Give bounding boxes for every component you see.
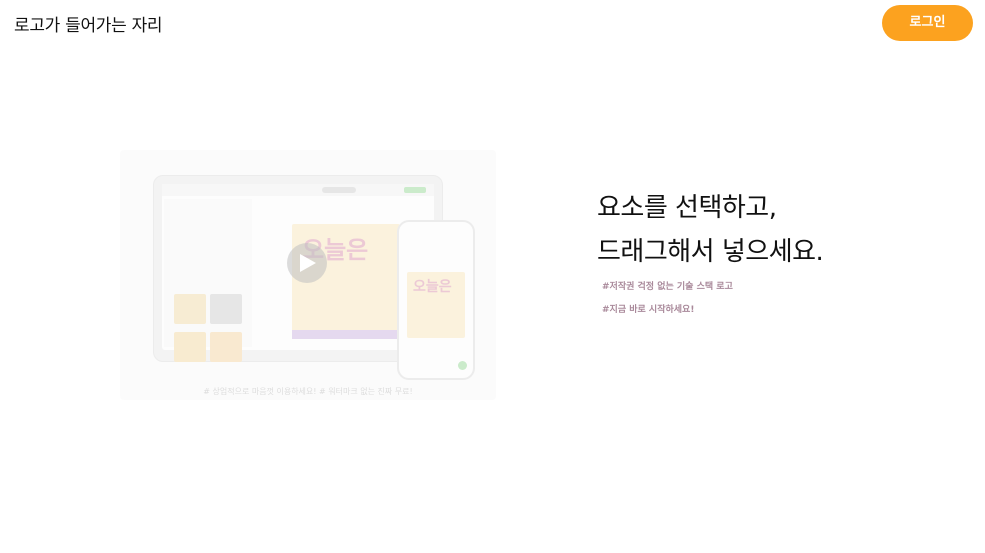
toolbar-pill — [322, 187, 356, 193]
headline-line-1: 요소를 선택하고, — [597, 193, 777, 223]
hero-preview-image: 오늘은 오늘은 # 상업적으로 마음껏 이용하세요! # 워터마크 없는 진짜 … — [120, 150, 496, 400]
hashtag-start-now: #지금 바로 시작하세요! — [602, 305, 695, 315]
phone-mockup: 오늘은 — [397, 220, 475, 380]
login-button[interactable]: 로그인 — [882, 5, 973, 41]
poster-band — [292, 330, 400, 339]
logo-placeholder[interactable]: 로고가 들어가는 자리 — [14, 11, 163, 36]
toolbar-action — [404, 187, 426, 193]
preview-caption: # 상업적으로 마음껏 이용하세요! # 워터마크 없는 진짜 무료! — [203, 387, 413, 396]
site-header: 로고가 들어가는 자리 로그인 — [0, 0, 985, 46]
phone-poster-title: 오늘은 — [413, 279, 452, 295]
template-thumb — [210, 294, 242, 324]
template-thumb — [210, 332, 242, 362]
template-thumb — [174, 332, 206, 362]
editor-toolbar — [162, 184, 434, 196]
headline-line-2: 드래그해서 넣으세요. — [597, 237, 824, 267]
phone-fab — [458, 361, 467, 370]
play-icon — [300, 254, 316, 272]
element-panel — [164, 199, 252, 347]
phone-poster: 오늘은 — [407, 272, 465, 338]
template-thumb — [174, 294, 206, 324]
hero-headline: 요소를 선택하고, 드래그해서 넣으세요. — [597, 186, 824, 274]
hashtag-copyright: #저작권 걱정 없는 기술 스택 로고 — [602, 282, 733, 292]
video-play-button[interactable] — [287, 243, 327, 283]
